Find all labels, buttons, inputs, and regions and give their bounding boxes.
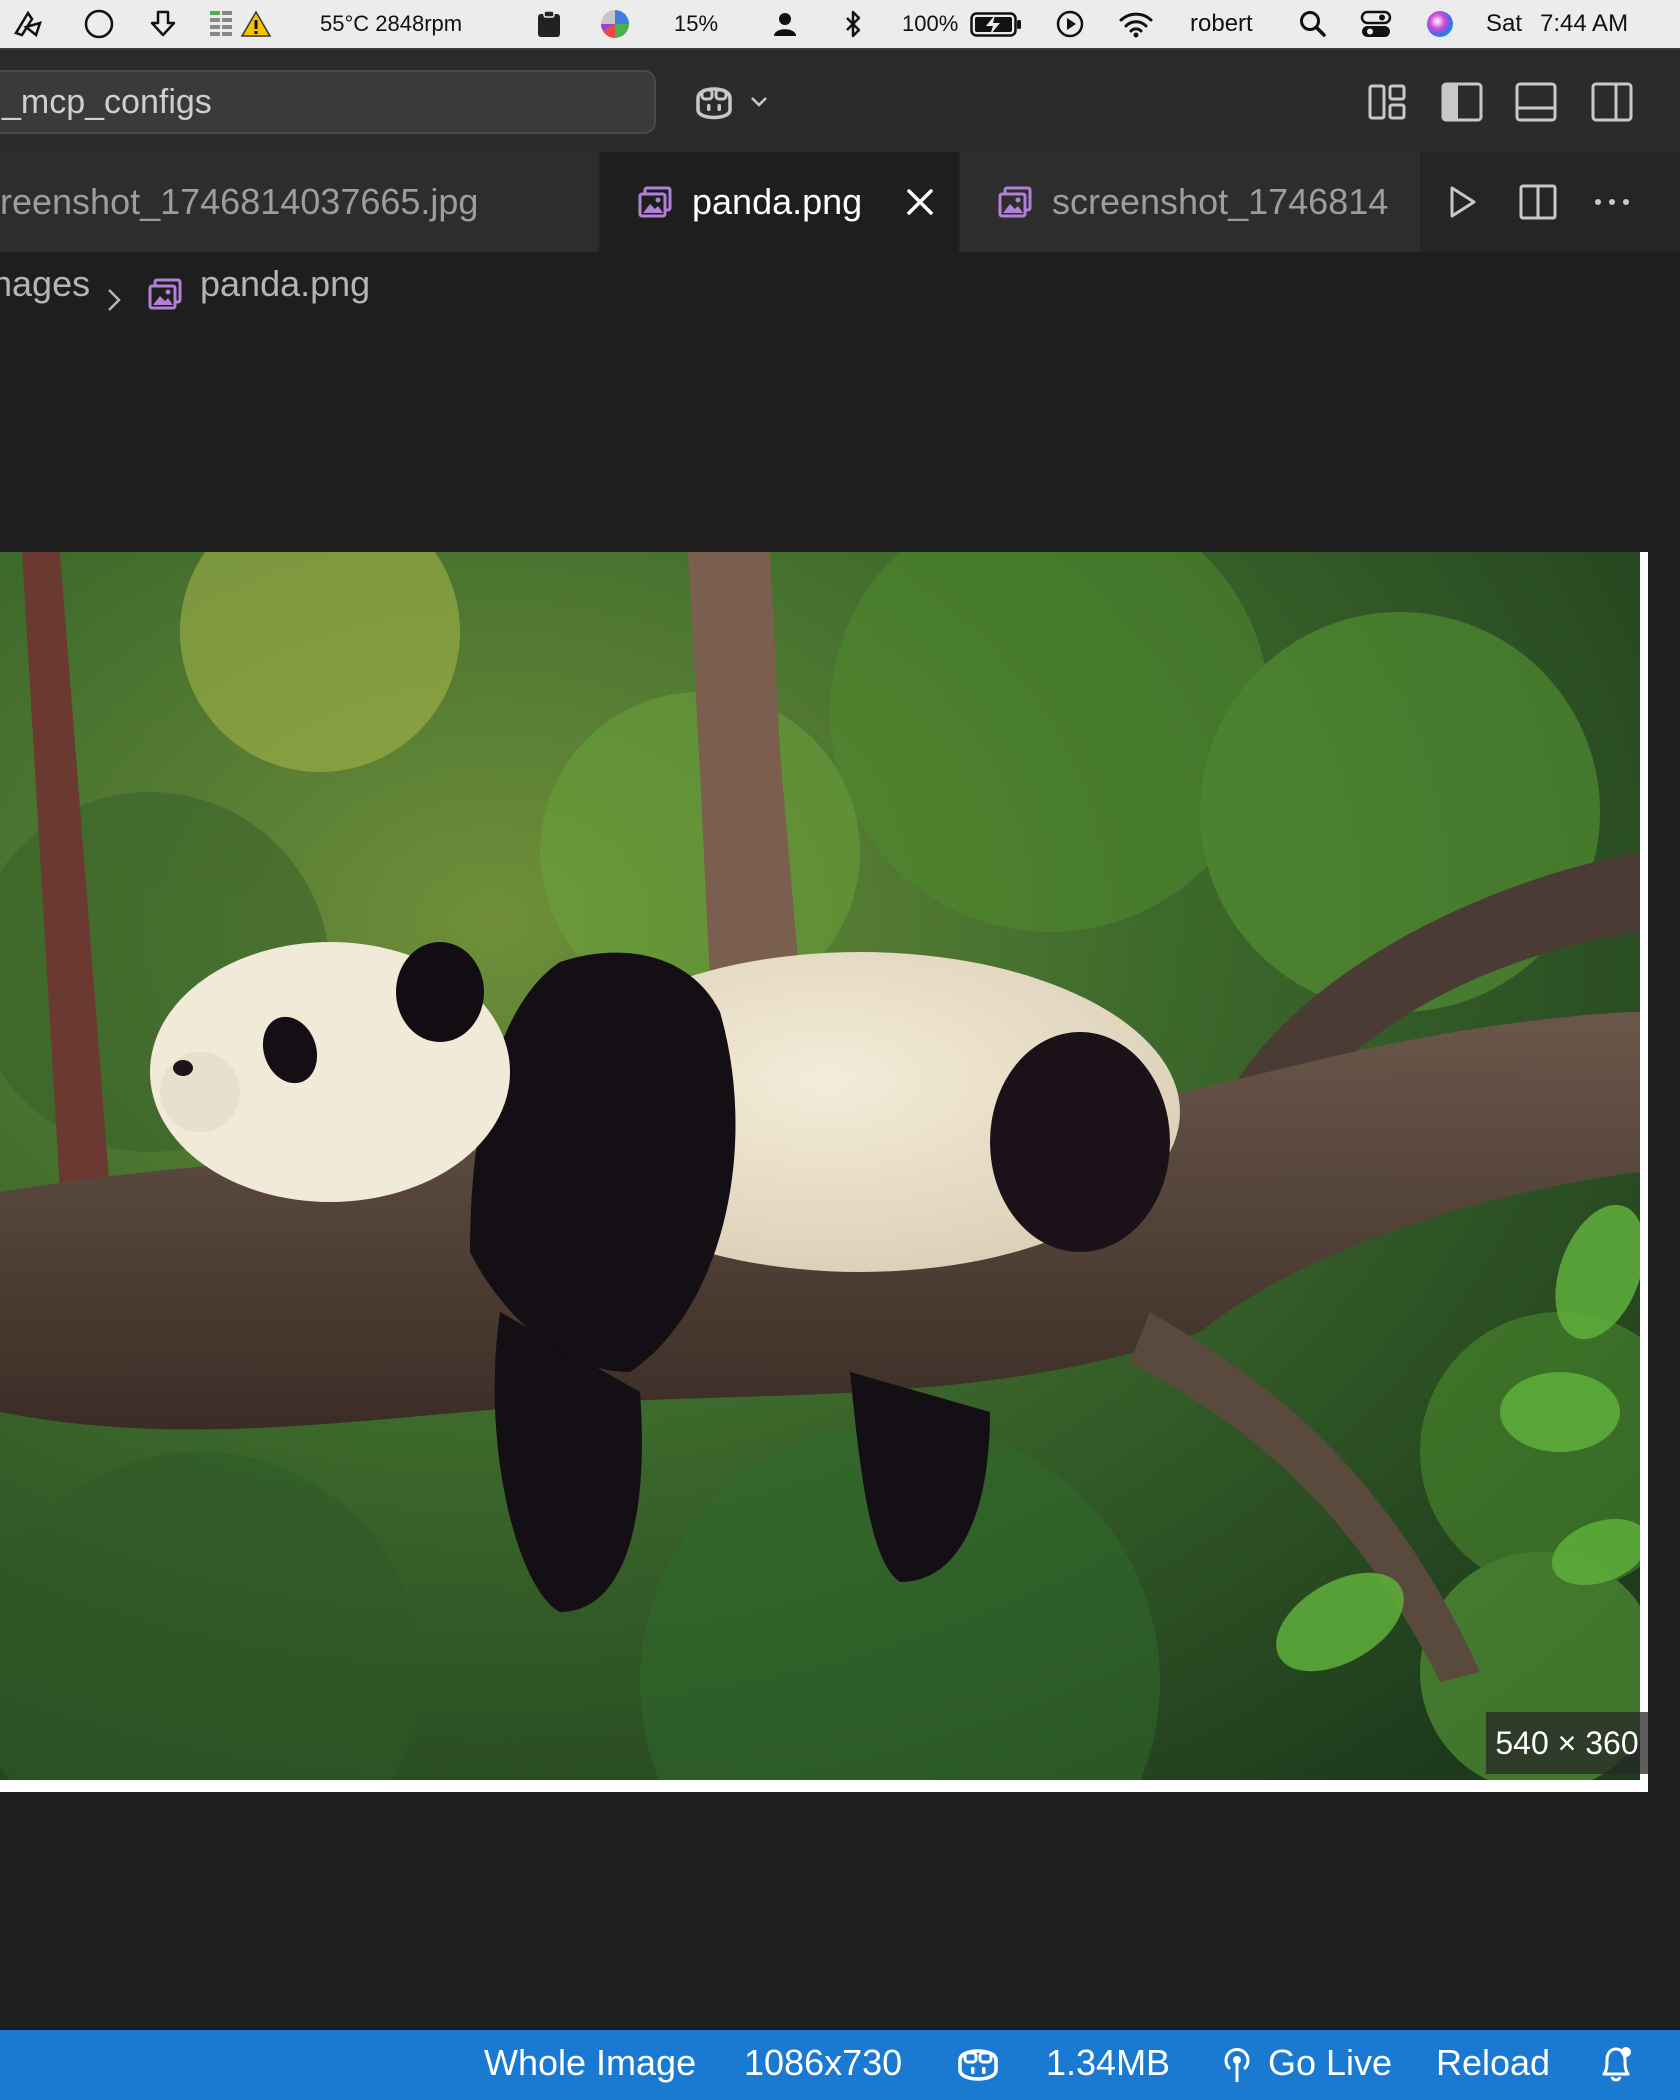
copilot-icon[interactable] [956,2044,1000,2093]
broadcast-icon[interactable] [1220,2046,1254,2093]
cursor-ext-icon[interactable] [12,9,44,39]
toggle-panel-icon[interactable] [1514,80,1558,124]
macos-menu-bar: 55°C 2848rpm 15% 100% robert Sat 7:44 AM [0,0,1680,48]
go-live-button[interactable]: Go Live [1268,2030,1392,2096]
pie-chart-icon[interactable] [598,9,632,43]
play-circle-icon[interactable] [1054,9,1086,39]
run-icon[interactable] [1442,182,1482,222]
circle-icon[interactable] [82,9,116,39]
cpu-percent[interactable]: 15% [674,0,718,48]
wifi-icon[interactable] [1118,9,1154,39]
title-bar: _mcp_configs [0,48,1680,154]
chevron-right-icon [104,270,124,311]
status-bar: Whole Image 1086x730 1.34MB Go Live Relo… [0,2030,1680,2100]
breadcrumb-file[interactable]: panda.png [200,252,370,316]
editor-tab-bar: reenshot_1746814037665.jpg panda.png scr… [0,152,1680,252]
copilot-menu-button[interactable] [690,78,778,126]
image-preview[interactable] [0,552,1648,1792]
zoom-mode-item[interactable]: Whole Image [484,2030,696,2096]
clipboard-icon[interactable] [534,9,564,39]
breadcrumb: nages panda.png [0,252,1680,320]
image-size-item[interactable]: 1086x730 [744,2030,902,2096]
temperature-fan-readout[interactable]: 55°C 2848rpm [320,0,462,48]
layout-customize-icon[interactable] [1366,80,1410,124]
tab-panda-png[interactable]: panda.png [600,152,958,252]
command-center-text: _mcp_configs [2,83,212,121]
clock-time[interactable]: 7:44 AM [1540,0,1628,48]
battery-charging-icon[interactable] [970,12,1022,38]
tab-screenshot-jpg[interactable]: reenshot_1746814037665.jpg [0,152,598,252]
reload-button[interactable]: Reload [1436,2030,1550,2096]
image-file-icon [638,186,672,218]
person-icon[interactable] [770,9,800,39]
image-file-icon [998,186,1032,218]
tab-label: reenshot_1746814037665.jpg [0,181,479,222]
tab-label: screenshot_1746814 [1052,181,1389,222]
siri-icon[interactable] [1424,9,1456,41]
chevron-down-icon [751,97,767,107]
file-size-item[interactable]: 1.34MB [1046,2030,1170,2096]
tab-screenshot-2[interactable]: screenshot_1746814 [960,152,1420,252]
memory-bars-icon[interactable] [210,9,244,39]
image-file-icon [148,266,182,310]
image-dimensions-badge: 540 × 360 [1486,1712,1648,1774]
search-icon[interactable] [1298,9,1328,39]
toggle-secondary-sidebar-icon[interactable] [1590,80,1634,124]
clock-day[interactable]: Sat [1486,0,1522,48]
download-arrow-icon[interactable] [148,9,178,39]
user-name[interactable]: robert [1190,0,1253,48]
breadcrumb-folder[interactable]: nages [0,252,90,316]
battery-percent[interactable]: 100% [902,0,958,48]
toggle-primary-sidebar-icon[interactable] [1440,80,1484,124]
copilot-icon [696,87,732,120]
panda-image [0,552,1648,1792]
split-editor-icon[interactable] [1518,182,1558,222]
bluetooth-icon[interactable] [838,9,868,39]
command-center-search[interactable]: _mcp_configs [0,70,656,134]
control-center-icon[interactable] [1360,9,1392,39]
warning-icon[interactable] [240,9,272,39]
bell-icon[interactable] [1598,2044,1634,2093]
close-icon[interactable] [900,182,940,222]
more-actions-icon[interactable] [1592,182,1632,222]
tab-label: panda.png [692,181,863,222]
